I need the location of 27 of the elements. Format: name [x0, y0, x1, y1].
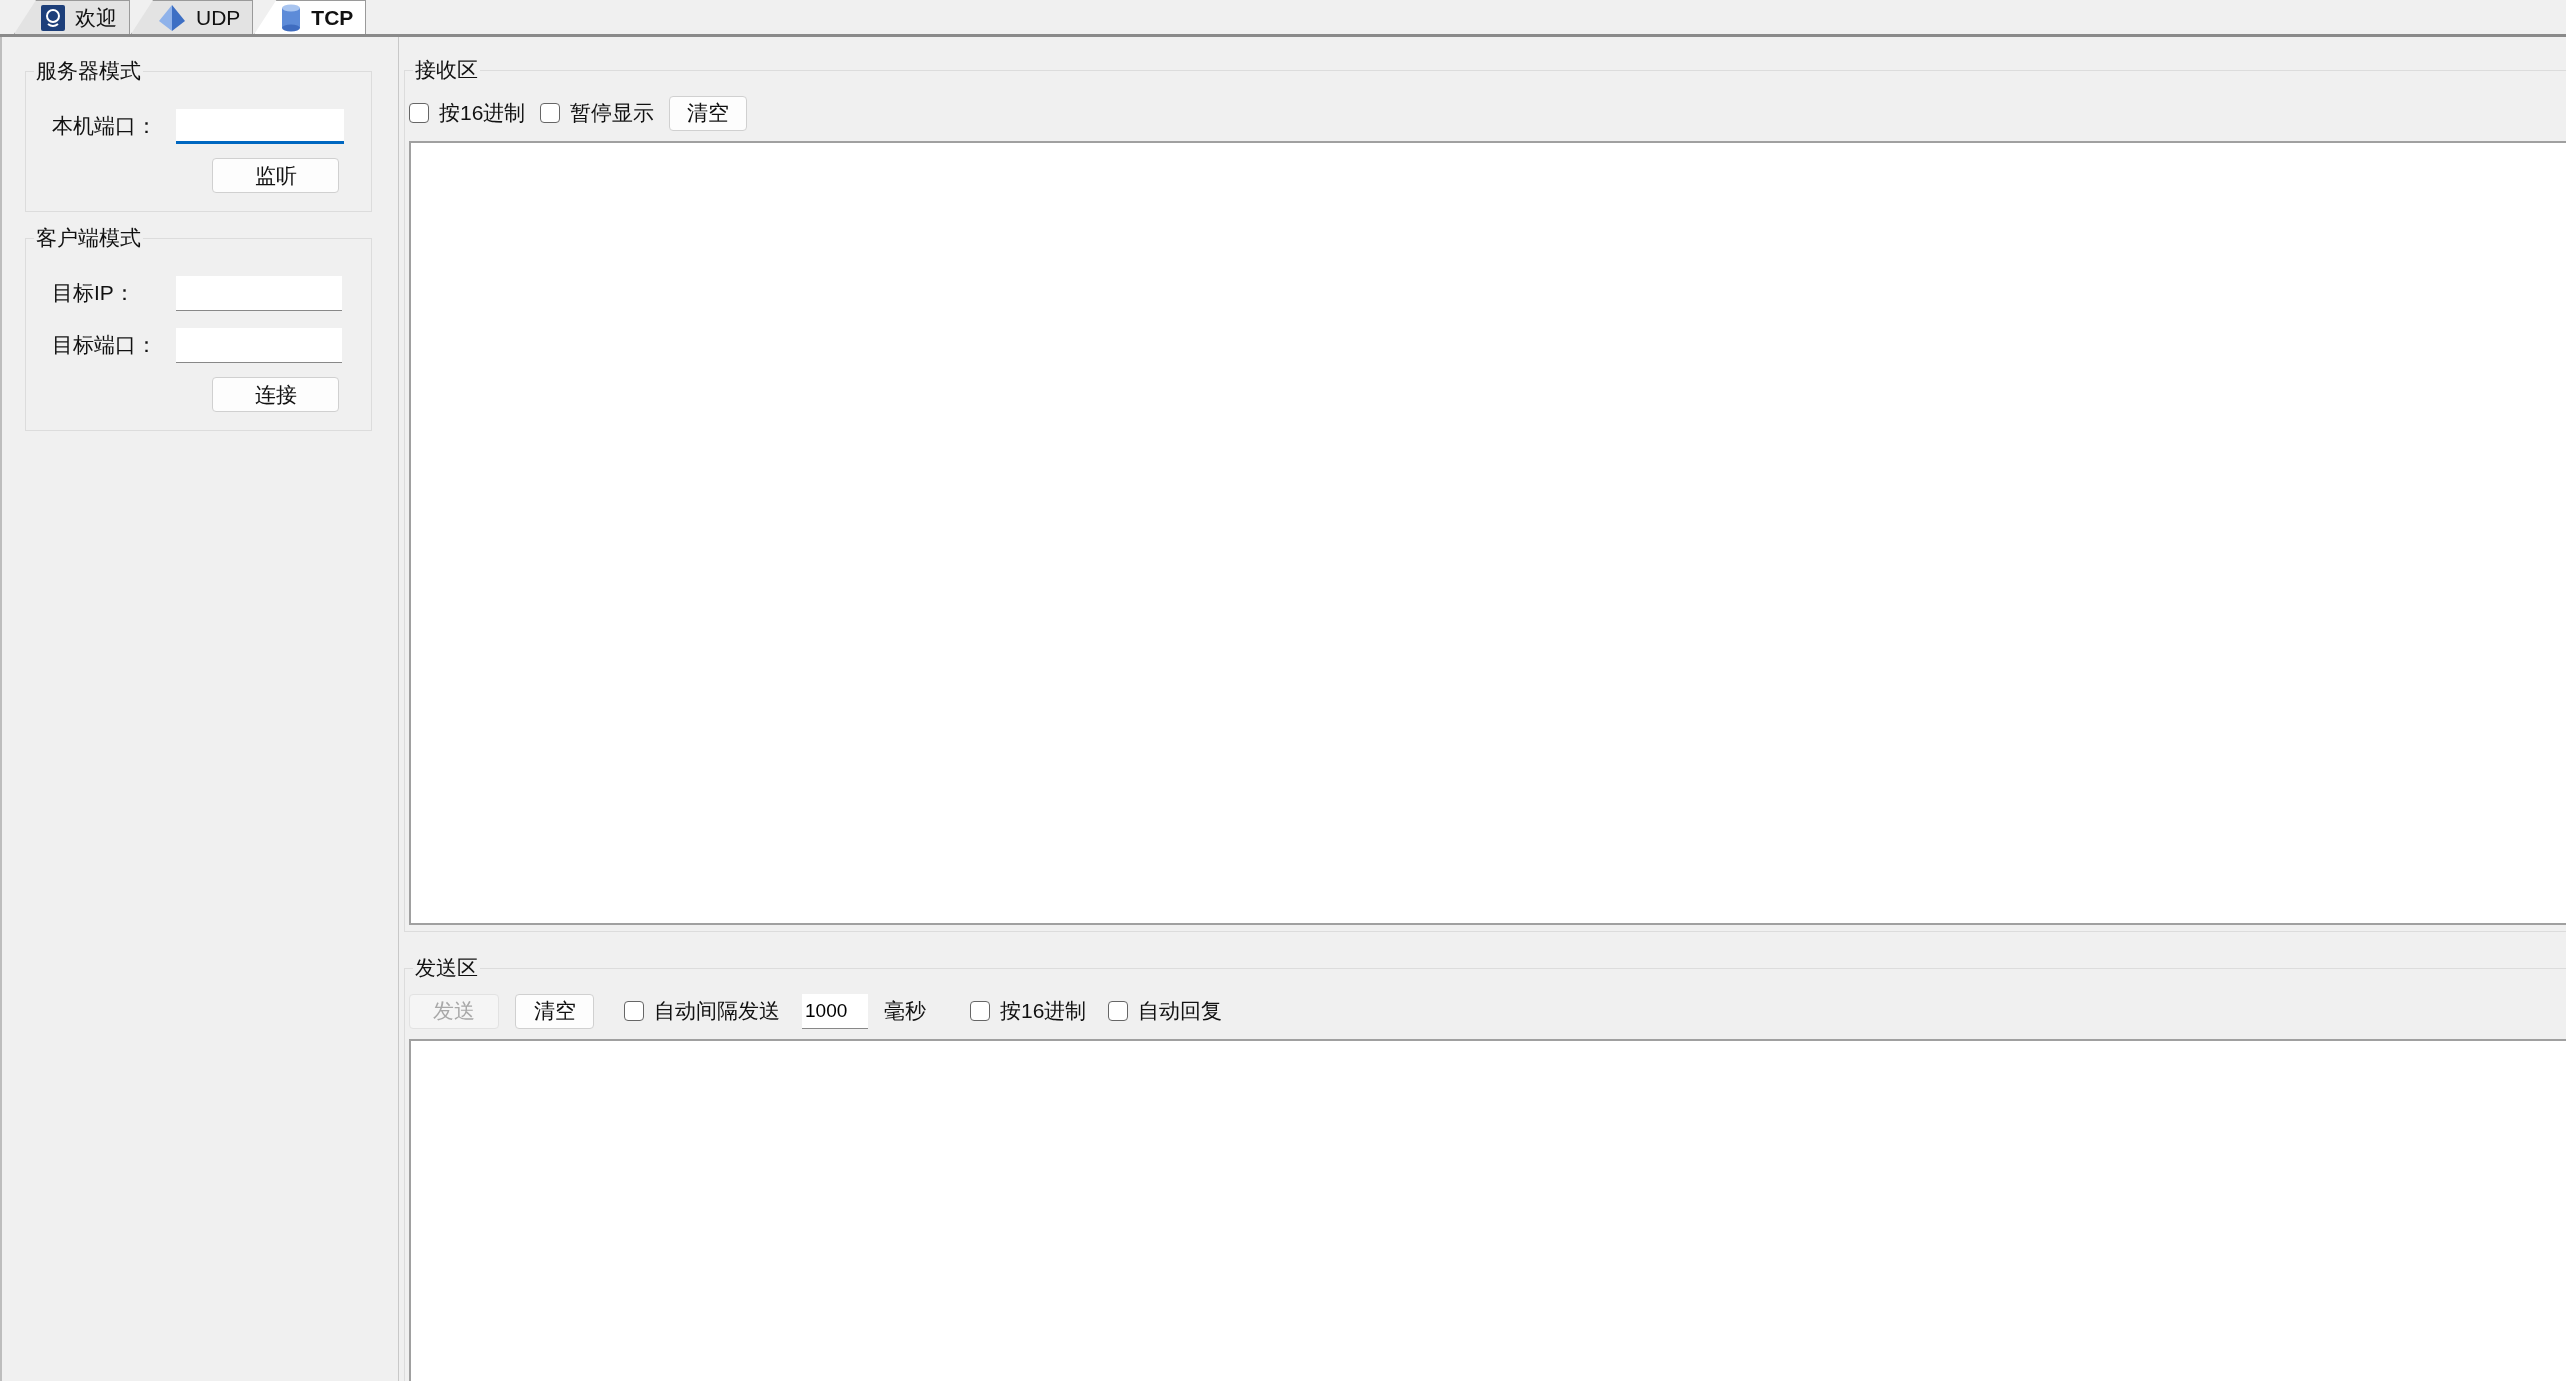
tab[interactable]: TCP: [254, 0, 367, 34]
checkbox[interactable]: 自动间隔发送: [624, 997, 780, 1025]
group-title: 客户端模式: [34, 225, 143, 251]
field-label: 本机端口：: [52, 114, 157, 137]
unit-label: 毫秒: [884, 998, 926, 1024]
input-field[interactable]: [176, 327, 342, 363]
checkbox[interactable]: 按16进制: [409, 99, 526, 127]
checkbox[interactable]: 按16进制: [970, 997, 1087, 1025]
checkbox[interactable]: 自动回复: [1108, 997, 1223, 1025]
action-button[interactable]: 监听: [212, 158, 339, 193]
group-title: 接收区: [413, 57, 480, 83]
field-label: 目标端口：: [52, 333, 157, 356]
tab[interactable]: UDP: [131, 0, 254, 34]
clear-button[interactable]: 清空: [515, 993, 594, 1029]
cylinder-icon: [281, 3, 302, 32]
tab[interactable]: 欢迎: [14, 0, 130, 34]
pyramid-icon: [158, 3, 186, 32]
clear-button[interactable]: 清空: [669, 95, 748, 131]
group-title: 发送区: [413, 955, 480, 981]
action-button[interactable]: 连接: [212, 377, 339, 412]
interval-field[interactable]: 1000: [802, 993, 868, 1029]
input-field[interactable]: [176, 108, 344, 144]
field-label: 目标IP：: [52, 281, 135, 304]
group-title: 服务器模式: [34, 58, 143, 84]
checkbox[interactable]: 暂停显示: [540, 99, 655, 127]
headset-icon: [41, 4, 65, 31]
input-field[interactable]: [176, 275, 342, 311]
